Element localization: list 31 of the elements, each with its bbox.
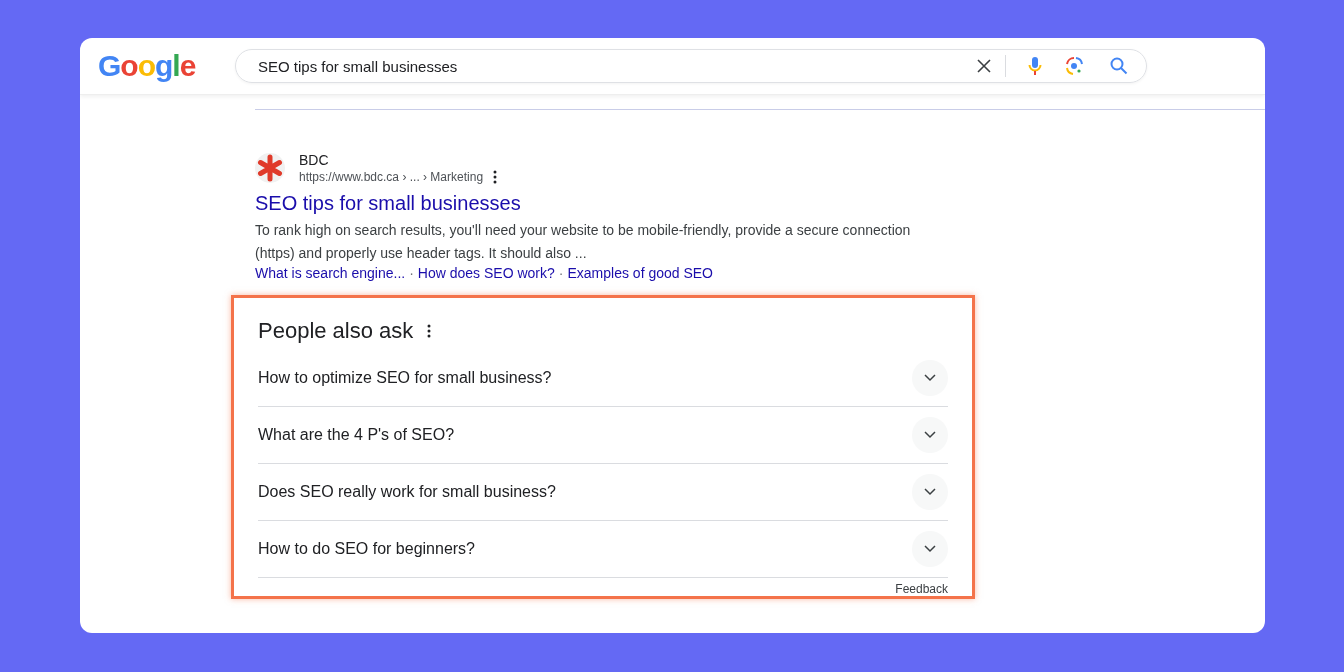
separator-dot: · [558, 265, 564, 281]
question-text: Does SEO really work for small business? [258, 483, 556, 501]
sitelink[interactable]: Examples of good SEO [567, 265, 713, 281]
search-icon[interactable] [1110, 57, 1128, 75]
more-options-icon[interactable] [427, 324, 432, 338]
question-row[interactable]: How to do SEO for beginners? [258, 521, 948, 578]
sitelink[interactable]: How does SEO work? [417, 265, 555, 281]
asterisk-favicon-icon [255, 153, 285, 183]
camera-lens-icon[interactable] [1064, 56, 1084, 76]
feedback-link[interactable]: Feedback [895, 582, 948, 596]
microphone-icon[interactable] [1028, 56, 1042, 76]
question-row[interactable]: Does SEO really work for small business? [258, 464, 948, 521]
result-title-link[interactable]: SEO tips for small businesses [255, 192, 1265, 215]
section-title: People also ask [258, 318, 414, 344]
site-name: BDC [299, 152, 330, 168]
question-text: How to do SEO for beginners? [258, 540, 475, 558]
question-text: What are the 4 P's of SEO? [258, 426, 455, 444]
question-row[interactable]: What are the 4 P's of SEO? [258, 407, 948, 464]
chevron-icon[interactable] [912, 474, 948, 510]
chevron-icon[interactable] [912, 531, 948, 567]
google-logo[interactable]: Google [98, 49, 235, 83]
chevron-icon[interactable] [912, 417, 948, 453]
result-snippet: To rank high on search results, you'll need your website to be mobile-friendly, provide a secure connection (https) and properly use header tags. It should also ... [255, 221, 912, 263]
clear-icon[interactable] [977, 59, 991, 73]
sitelink[interactable]: What is search engine... [255, 265, 406, 281]
question-text: How to optimize SEO for small business? [258, 369, 552, 387]
question-row[interactable]: How to optimize SEO for small business? [258, 350, 948, 407]
separator-dot: · [409, 265, 414, 281]
chevron-icon[interactable] [912, 360, 948, 396]
site-url: https://www.bdc.ca › ... › Marketing [299, 170, 484, 184]
more-options-icon[interactable] [493, 170, 498, 184]
